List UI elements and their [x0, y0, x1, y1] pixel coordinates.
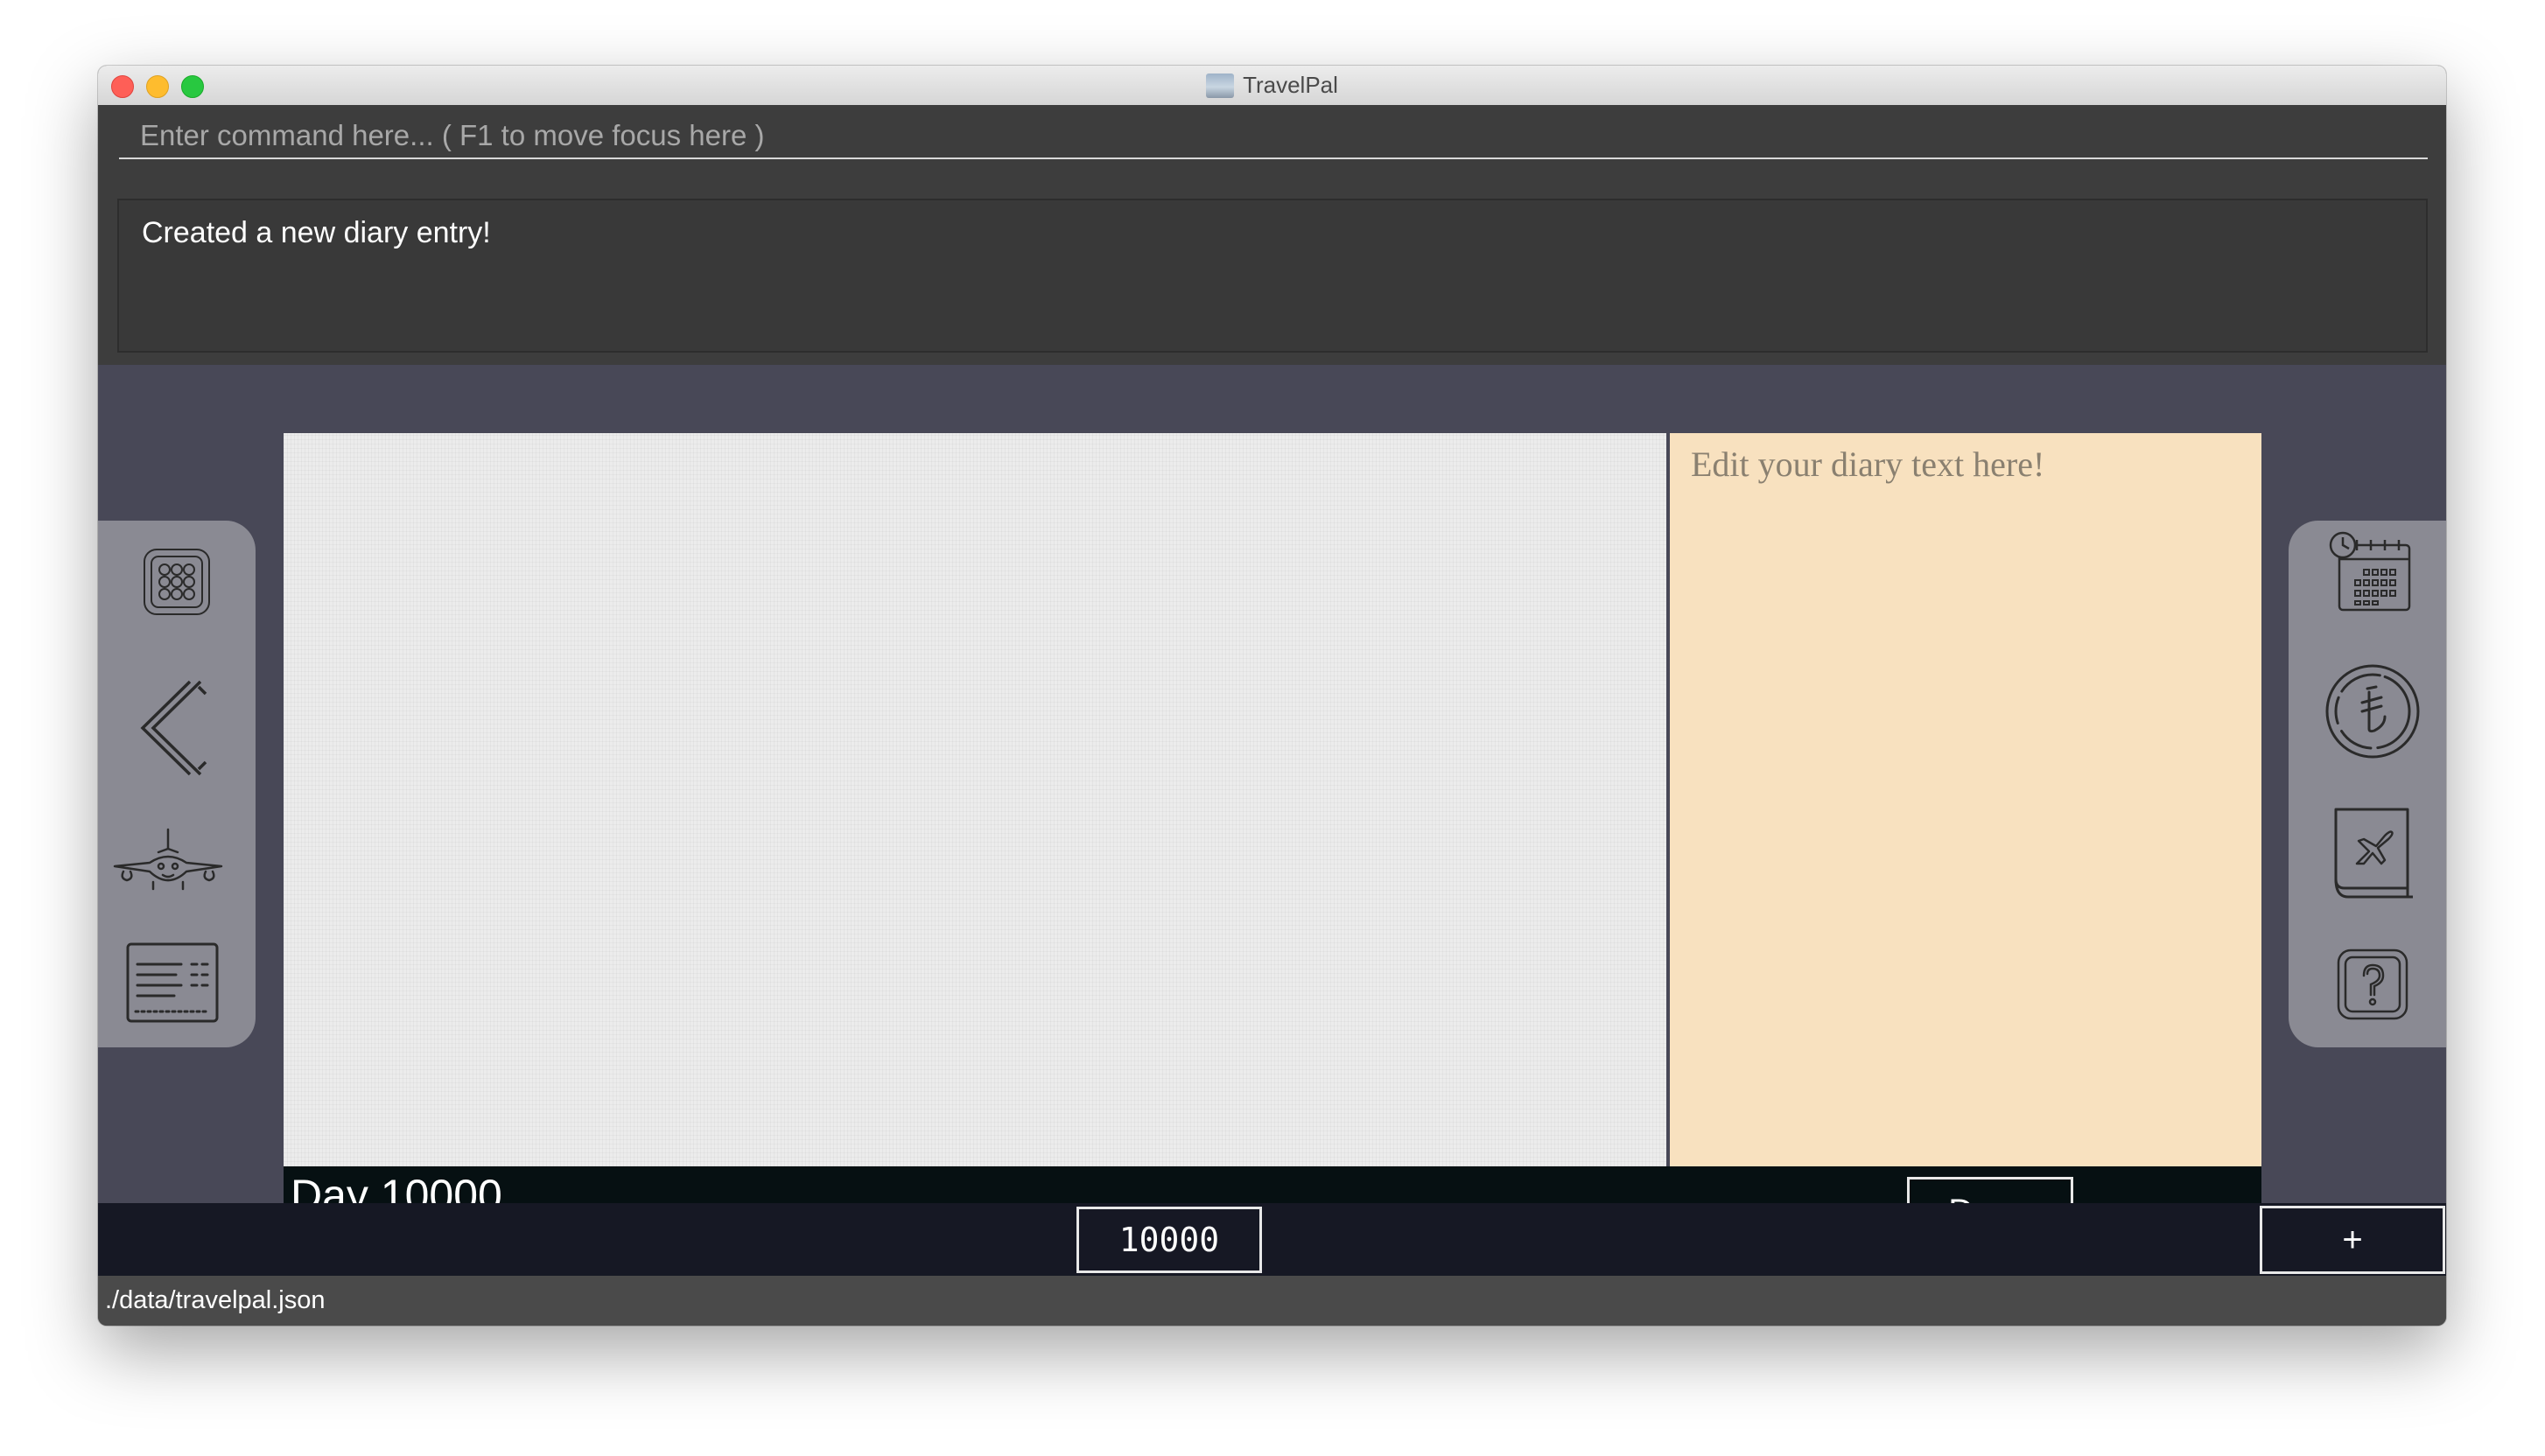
title-bar: TravelPal [98, 66, 2446, 106]
calendar-clock-icon[interactable] [2320, 528, 2425, 619]
itinerary-list-icon[interactable] [121, 941, 224, 1025]
window-title: TravelPal [1243, 72, 1338, 98]
right-navigation-sidebar [2289, 521, 2446, 1047]
app-window: TravelPal Created a new diary entry! [98, 66, 2446, 1326]
diary-pagination-bar: 10000 + [98, 1203, 2446, 1276]
add-diary-page-button[interactable]: + [2260, 1206, 2445, 1274]
travel-book-icon[interactable] [2320, 801, 2425, 906]
image-icon [1206, 73, 1235, 98]
left-navigation-sidebar [98, 521, 256, 1047]
airplane-icon[interactable] [112, 827, 224, 895]
diary-text-editor[interactable] [1670, 433, 2261, 1166]
save-file-path: ./data/travelpal.json [105, 1286, 326, 1314]
help-question-icon[interactable] [2320, 939, 2425, 1030]
expense-coin-icon[interactable] [2320, 659, 2425, 764]
window-title-group: TravelPal [98, 66, 2446, 105]
back-chevron-icon[interactable] [130, 676, 224, 780]
diary-image-canvas [284, 433, 1666, 1166]
main-area: Day 10000 Done [98, 365, 2446, 1256]
command-input[interactable] [119, 114, 2428, 159]
result-text: Created a new diary entry! [142, 216, 491, 249]
diary-page-button[interactable]: 10000 [1076, 1207, 1262, 1273]
status-bar: ./data/travelpal.json [98, 1276, 2446, 1326]
dashboard-grid-icon[interactable] [130, 540, 224, 624]
result-display: Created a new diary entry! [117, 199, 2428, 353]
command-area [98, 105, 2446, 179]
